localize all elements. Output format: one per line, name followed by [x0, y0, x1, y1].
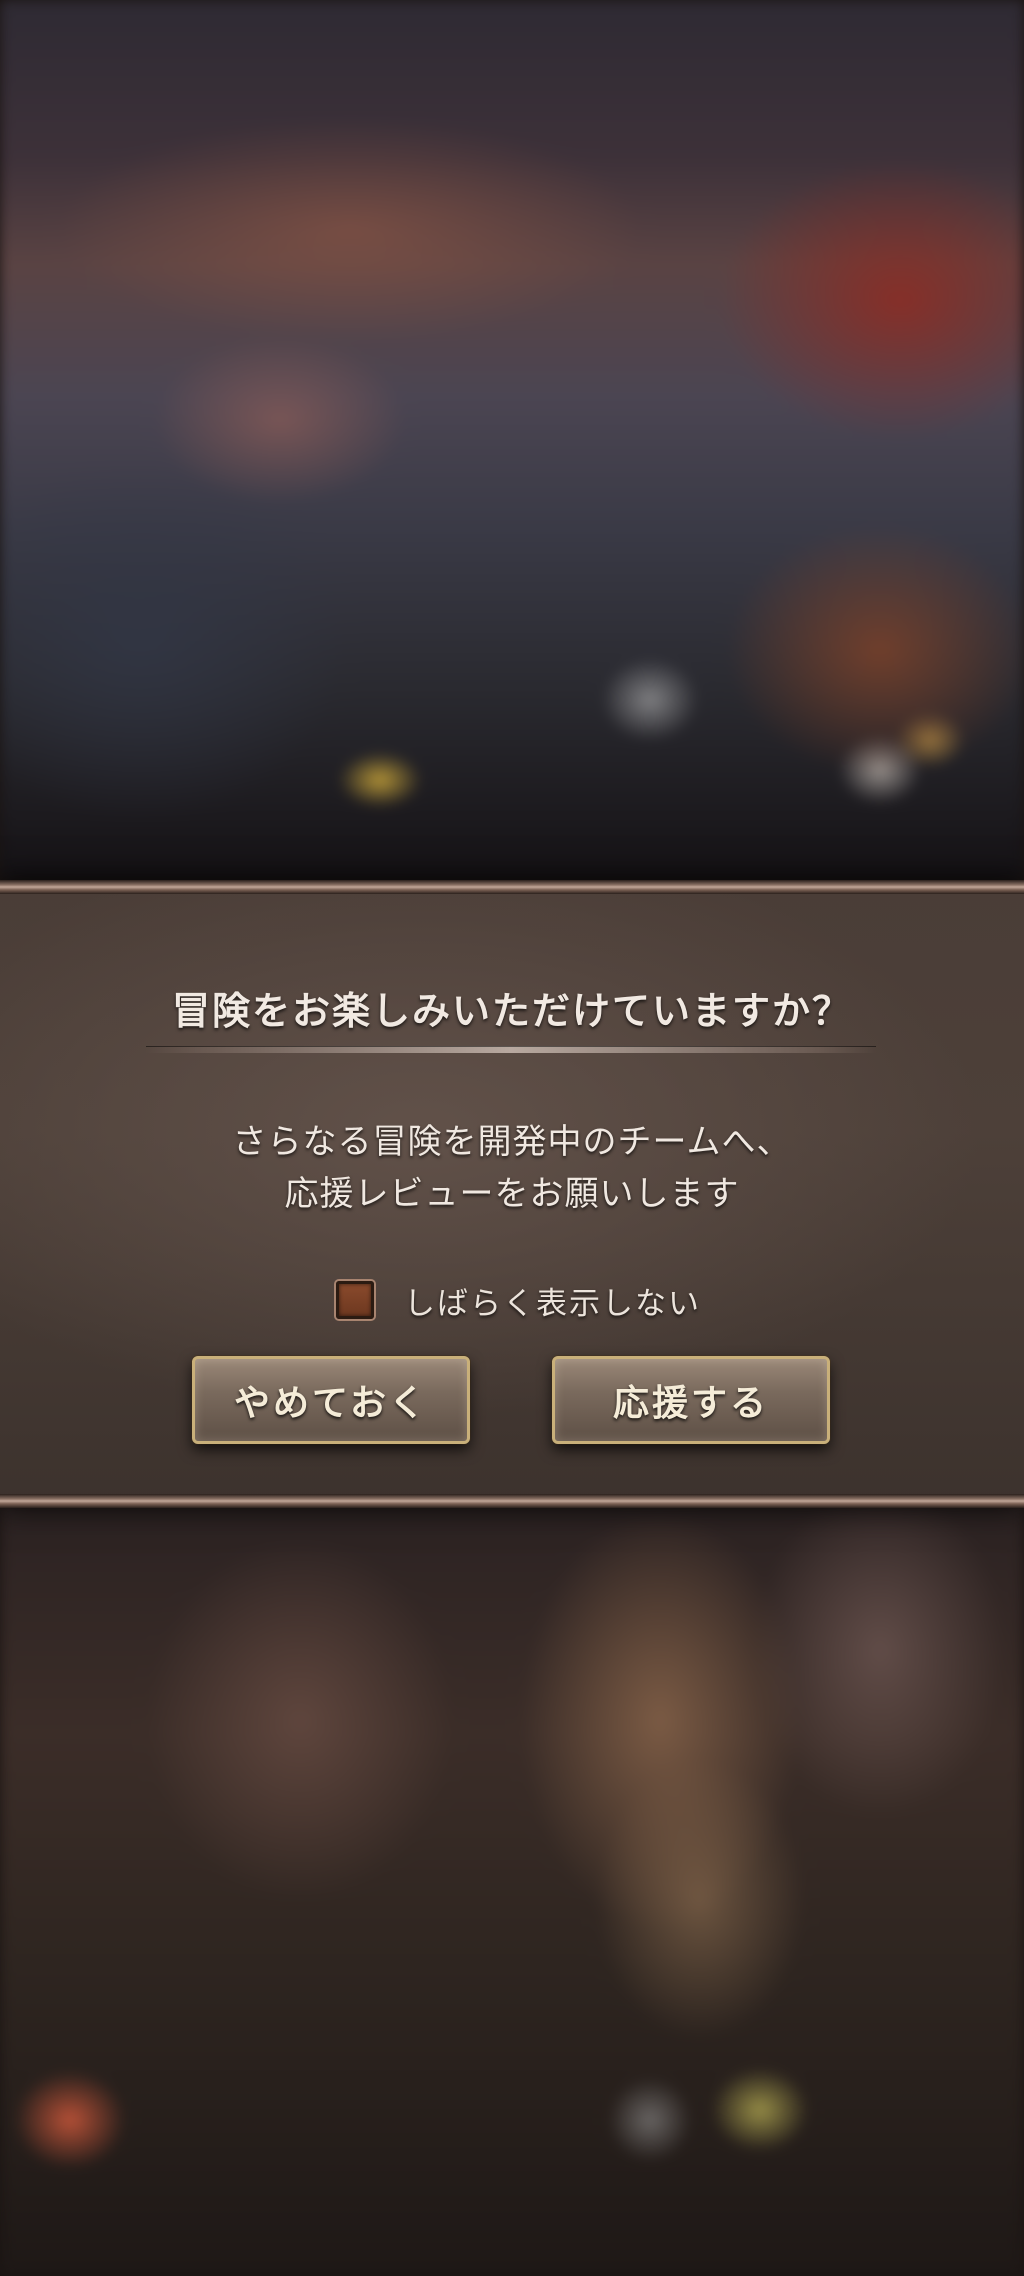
dialog-title: 冒険をお楽しみいただけていますか？ — [171, 988, 852, 1033]
cancel-button[interactable]: やめておく — [192, 1356, 470, 1444]
support-review-button[interactable]: 応援する — [552, 1356, 830, 1444]
review-request-dialog: 冒険をお楽しみいただけていますか？ さらなる冒険を開発中のチームへ、 応援レビュ… — [0, 880, 1024, 1508]
dont-show-again-checkbox[interactable] — [336, 1281, 374, 1319]
dont-show-again-label[interactable]: しばらく表示しない — [404, 1278, 701, 1323]
blurred-background-bottom — [0, 1500, 1024, 2276]
dialog-border-top — [0, 880, 1024, 894]
dialog-message: さらなる冒険を開発中のチームへ、 応援レビューをお願いします — [0, 1116, 1024, 1220]
dont-show-again-row[interactable]: しばらく表示しない — [336, 1276, 701, 1324]
game-screen: 冒険をお楽しみいただけていますか？ さらなる冒険を開発中のチームへ、 応援レビュ… — [0, 0, 1024, 2276]
blurred-background-top — [0, 0, 1024, 880]
dialog-message-line-1: さらなる冒険を開発中のチームへ、 — [232, 1122, 792, 1162]
dialog-message-line-2: 応援レビューをお願いします — [284, 1174, 740, 1214]
dialog-border-bottom — [0, 1494, 1024, 1508]
title-divider — [146, 1046, 876, 1053]
